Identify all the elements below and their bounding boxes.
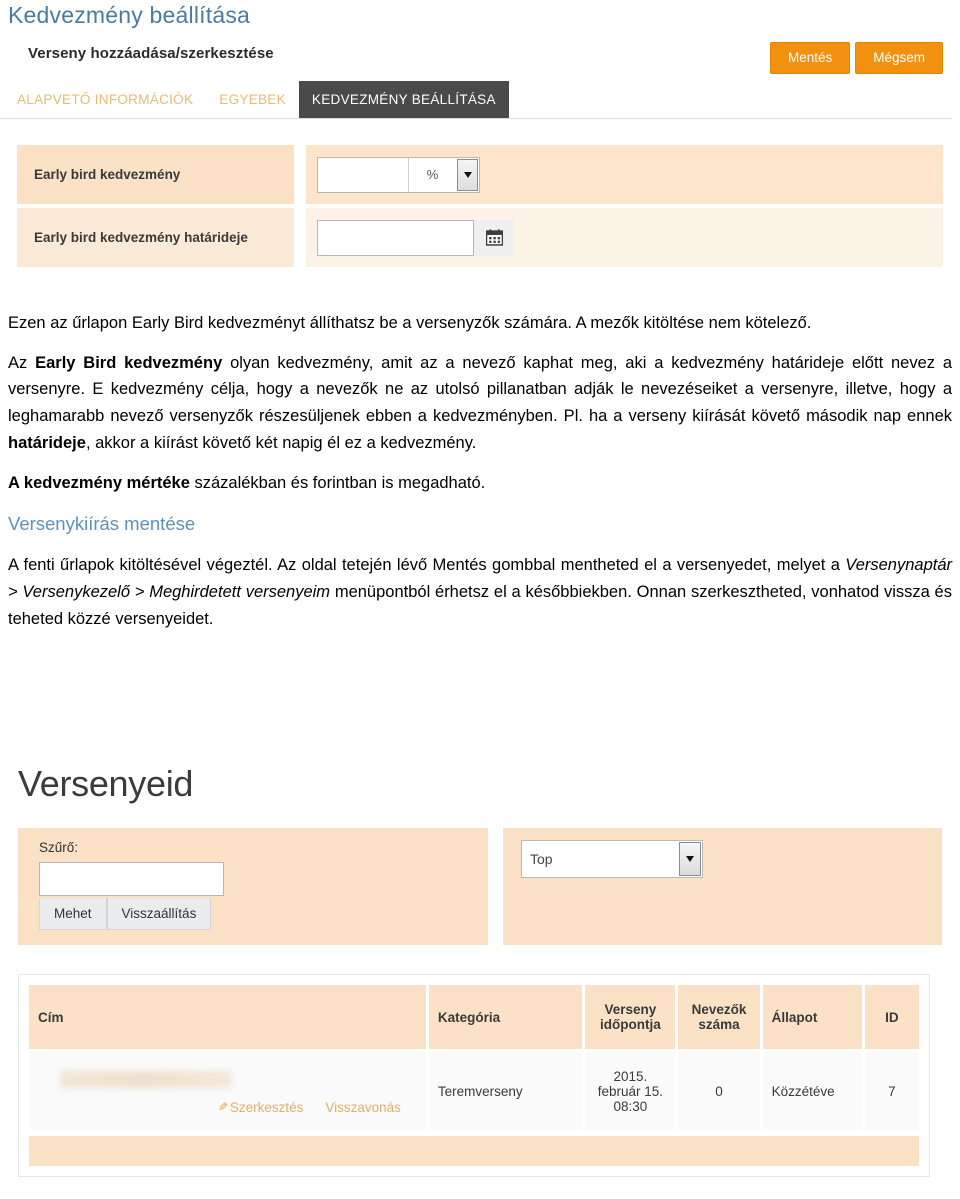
definition-term: Early Bird kedvezmény bbox=[35, 353, 223, 372]
column-header-kategoria[interactable]: Kategória bbox=[428, 985, 583, 1049]
tab-egyebek[interactable]: EGYEBEK bbox=[206, 81, 299, 118]
sort-select[interactable]: Top bbox=[521, 840, 703, 878]
edit-competition-link[interactable]: ✎ Szerkesztés bbox=[218, 1100, 304, 1115]
form-row-early-bird-deadline: Early bird kedvezmény határideje bbox=[0, 208, 960, 267]
filter-panel: Szűrő: Mehet Visszaállítás bbox=[18, 828, 488, 945]
form-field-rows: Early bird kedvezmény % Early bird kedve… bbox=[0, 145, 960, 271]
pencil-icon: ✎ bbox=[217, 1100, 228, 1114]
amount-term: A kedvezmény mértéke bbox=[8, 473, 190, 492]
form-row-early-bird-discount: Early bird kedvezmény % bbox=[0, 145, 960, 204]
form-action-buttons: Mentés Mégsem bbox=[769, 42, 943, 75]
definition-lead-in: Az bbox=[8, 353, 36, 372]
column-header-nevezok-szama[interactable]: Nevezők száma bbox=[678, 985, 760, 1049]
filter-reset-button[interactable]: Visszaállítás bbox=[106, 898, 212, 930]
sort-selected-value: Top bbox=[530, 851, 553, 867]
paragraph-intro: Ezen az űrlapon Early Bird kedvezményt á… bbox=[8, 310, 952, 337]
filter-submit-button[interactable]: Mehet bbox=[39, 898, 107, 930]
my-competitions-title: Versenyeid bbox=[18, 763, 194, 804]
paragraph-definition: Az Early Bird kedvezmény olyan kedvezmén… bbox=[8, 350, 952, 457]
column-header-allapot[interactable]: Állapot bbox=[762, 985, 862, 1049]
amount-body: százalékban és forintban is megadható. bbox=[189, 473, 486, 492]
chevron-down-icon bbox=[463, 171, 472, 178]
tab-alapveto-informaciok[interactable]: ALAPVETŐ INFORMÁCIÓK bbox=[0, 81, 206, 118]
save-button[interactable]: Mentés bbox=[769, 42, 851, 75]
deadline-date-group bbox=[317, 219, 514, 256]
competitions-table: Cím Kategória Verseny időpontja Nevezők … bbox=[26, 982, 922, 1133]
section-heading-save: Versenykiírás mentése bbox=[8, 513, 196, 535]
calendar-icon bbox=[485, 229, 503, 246]
page-title: Kedvezmény beállítása bbox=[8, 2, 251, 28]
discount-amount-group: % bbox=[317, 156, 480, 193]
body-prose: Ezen az űrlapon Early Bird kedvezményt á… bbox=[8, 310, 952, 645]
paragraph-amount: A kedvezmény mértéke százalékban és fori… bbox=[8, 470, 952, 497]
cell-cim: ✎ Szerkesztés Visszavonás bbox=[29, 1052, 426, 1130]
early-bird-discount-label: Early bird kedvezmény bbox=[17, 145, 294, 204]
competitions-table-head: Cím Kategória Verseny időpontja Nevezők … bbox=[29, 985, 919, 1049]
definition-deadline-term: határideje bbox=[8, 433, 86, 452]
calendar-picker-button[interactable] bbox=[474, 219, 514, 256]
tab-kedvezmeny-beallitasa[interactable]: KEDVEZMÉNY BEÁLLÍTÁSA bbox=[298, 81, 509, 118]
early-bird-deadline-label: Early bird kedvezmény határideje bbox=[17, 208, 294, 267]
redacted-competition-title bbox=[60, 1070, 232, 1088]
filter-input[interactable] bbox=[39, 862, 224, 896]
paragraph-intro-text: Ezen az űrlapon Early Bird kedvezményt á… bbox=[8, 314, 812, 332]
discount-form-screenshot: Verseny hozzáadása/szerkesztése Mentés M… bbox=[0, 33, 960, 284]
edit-competition-label: Szerkesztés bbox=[229, 1099, 304, 1115]
definition-tail: , akkor a kiírást követő két napig él ez… bbox=[85, 433, 477, 452]
filter-label: Szűrő: bbox=[39, 840, 79, 855]
cancel-button[interactable]: Mégsem bbox=[855, 42, 943, 75]
column-header-idopontja[interactable]: Verseny időpontja bbox=[585, 985, 676, 1049]
competitions-table-wrapper: Cím Kategória Verseny időpontja Nevezők … bbox=[18, 974, 930, 1177]
chevron-down-icon bbox=[686, 856, 694, 862]
discount-amount-input[interactable] bbox=[318, 157, 408, 192]
table-footer-bar bbox=[29, 1136, 919, 1166]
cell-idopontja: 2015. február 15. 08:30 bbox=[585, 1052, 676, 1130]
withdraw-competition-link[interactable]: Visszavonás bbox=[325, 1100, 401, 1115]
early-bird-discount-field: % bbox=[306, 145, 943, 204]
column-header-id[interactable]: ID bbox=[864, 985, 919, 1049]
filter-strip: Szűrő: Mehet Visszaállítás Top bbox=[0, 828, 960, 945]
discount-unit-label: % bbox=[408, 157, 456, 192]
saving-lead-in: A fenti űrlapok kitöltésével végeztél. A… bbox=[8, 556, 846, 575]
column-header-cim[interactable]: Cím bbox=[29, 985, 426, 1049]
sort-panel: Top bbox=[503, 828, 942, 945]
cell-kategoria: Teremverseny bbox=[428, 1052, 583, 1130]
sort-dropdown-button[interactable] bbox=[679, 842, 701, 876]
early-bird-deadline-field bbox=[306, 208, 943, 267]
my-competitions-screenshot: Versenyeid Szűrő: Mehet Visszaállítás To… bbox=[0, 760, 960, 1199]
cell-nevezok-szama: 0 bbox=[678, 1052, 760, 1130]
cell-id: 7 bbox=[864, 1052, 919, 1130]
discount-unit-dropdown-button[interactable] bbox=[457, 158, 478, 191]
competitions-table-body: ✎ Szerkesztés Visszavonás Teremverseny 20… bbox=[29, 1052, 919, 1130]
form-tab-bar: ALAPVETŐ INFORMÁCIÓK EGYEBEK KEDVEZMÉNY … bbox=[0, 81, 960, 118]
paragraph-saving: A fenti űrlapok kitöltésével végeztél. A… bbox=[8, 552, 952, 632]
deadline-date-input[interactable] bbox=[317, 219, 474, 256]
tab-bar-divider bbox=[0, 118, 952, 119]
row-action-links: ✎ Szerkesztés Visszavonás bbox=[38, 1100, 417, 1115]
table-header-row: Cím Kategória Verseny időpontja Nevezők … bbox=[29, 985, 919, 1049]
filter-buttons: Mehet Visszaállítás bbox=[39, 898, 212, 930]
table-row: ✎ Szerkesztés Visszavonás Teremverseny 20… bbox=[29, 1052, 919, 1130]
cell-allapot: Közzétéve bbox=[762, 1052, 862, 1130]
form-subtitle: Verseny hozzáadása/szerkesztése bbox=[28, 45, 274, 62]
